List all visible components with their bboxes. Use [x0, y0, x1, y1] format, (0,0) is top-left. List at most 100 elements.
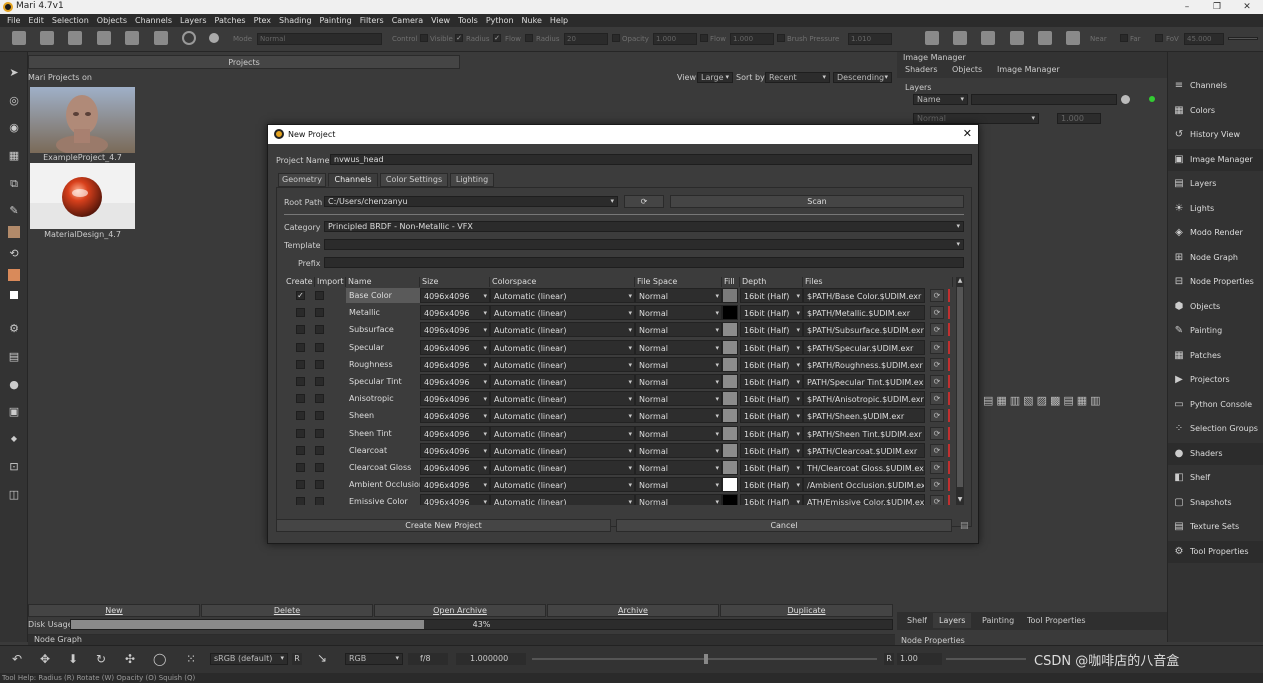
paint-through-icon[interactable]	[125, 31, 139, 45]
depth-select[interactable]: 16bit (Half)	[740, 356, 803, 372]
ortho-icon[interactable]	[1038, 31, 1052, 45]
layers-tool-icon[interactable]: ▤	[7, 350, 21, 364]
rotate-icon[interactable]: ↻	[96, 652, 106, 666]
file-icon[interactable]: ▤	[960, 521, 969, 531]
channel-name[interactable]: Roughness	[346, 357, 420, 372]
files-path-field[interactable]: $PATH/Sheen.$UDIM.exr	[803, 408, 925, 424]
file-space-select[interactable]: Normal	[635, 494, 722, 505]
files-path-field[interactable]: $PATH/Subsurface.$UDIM.exr	[803, 322, 925, 338]
target-icon[interactable]	[182, 31, 196, 45]
import-checkbox[interactable]	[315, 325, 324, 335]
size-select[interactable]: 4096x4096	[420, 288, 490, 303]
dock-item-modo-render[interactable]: ◈ Modo Render	[1168, 222, 1263, 244]
create-checkbox[interactable]: ✓	[296, 291, 305, 300]
colorspace-select[interactable]: Automatic (linear)	[490, 339, 635, 355]
file-space-select[interactable]: Normal	[635, 356, 722, 372]
save-file-icon[interactable]	[68, 31, 82, 45]
display-icon[interactable]	[953, 31, 967, 45]
scroll-thumb[interactable]	[957, 287, 963, 487]
table-row[interactable]: Sheen Tint4096x4096Automatic (linear)Nor…	[284, 425, 956, 442]
far-checkbox[interactable]	[1120, 34, 1128, 42]
grid-icon[interactable]	[981, 31, 995, 45]
template-select[interactable]	[324, 239, 964, 250]
channel-name[interactable]: Specular	[346, 340, 420, 355]
col-file-space[interactable]: File Space	[635, 277, 722, 287]
create-checkbox[interactable]	[296, 359, 305, 369]
menu-shading[interactable]: Shading	[275, 14, 316, 27]
archive-button[interactable]: Archive	[547, 604, 719, 617]
layers-search-input[interactable]	[971, 94, 1117, 105]
channel-name[interactable]: Specular Tint	[346, 374, 420, 389]
size-select[interactable]: 4096x4096	[420, 322, 490, 338]
dock-item-history-view[interactable]: ↺ History View	[1168, 124, 1263, 146]
open-archive-button[interactable]: Open Archive	[374, 604, 546, 617]
create-new-project-button[interactable]: Create New Project	[276, 519, 611, 532]
file-browse-icon[interactable]: ⟳	[930, 461, 944, 474]
channel-name[interactable]: Anisotropic	[346, 391, 420, 406]
circle-icon[interactable]: ◯	[153, 652, 166, 666]
transform-icon[interactable]: ⧉	[7, 177, 21, 191]
dock-item-texture-sets[interactable]: ▤ Texture Sets	[1168, 516, 1263, 538]
files-path-field[interactable]: TH/Clearcoat Gloss.$UDIM.exr	[803, 460, 925, 475]
tab-color-settings[interactable]: Color Settings	[380, 173, 448, 187]
files-path-field[interactable]: $PATH/Base Color.$UDIM.exr	[803, 288, 925, 303]
file-browse-icon[interactable]: ⟳	[930, 323, 944, 337]
menu-filters[interactable]: Filters	[356, 14, 388, 27]
fill-color-swatch[interactable]	[722, 339, 738, 355]
menu-painting[interactable]: Painting	[316, 14, 356, 27]
create-checkbox[interactable]	[296, 308, 305, 318]
size-select[interactable]: 4096x4096	[420, 460, 490, 475]
size-select[interactable]: 4096x4096	[420, 305, 490, 321]
size-select[interactable]: 4096x4096	[420, 356, 490, 372]
menu-view[interactable]: View	[427, 14, 454, 27]
lut-icon[interactable]: ↘	[317, 651, 327, 665]
colorspace-select[interactable]: Automatic (linear)	[490, 356, 635, 372]
col-import[interactable]: Import	[315, 277, 346, 287]
colorspace-select[interactable]: sRGB (default)	[210, 653, 288, 665]
create-checkbox[interactable]	[296, 463, 305, 472]
scroll-down-icon[interactable]: ▼	[957, 496, 963, 504]
create-checkbox[interactable]	[296, 342, 305, 352]
col-size[interactable]: Size	[420, 277, 490, 287]
project-thumbnail-material[interactable]	[30, 163, 135, 229]
menu-help[interactable]: Help	[546, 14, 572, 27]
import-checkbox[interactable]	[315, 377, 324, 386]
import-checkbox[interactable]	[315, 428, 324, 438]
channel-name[interactable]: Emissive Color	[346, 494, 420, 505]
import-checkbox[interactable]	[315, 497, 324, 505]
select-arrow-icon[interactable]: ➤	[7, 66, 21, 80]
file-space-select[interactable]: Normal	[635, 305, 722, 321]
import-checkbox[interactable]	[315, 359, 324, 369]
radius-checkbox[interactable]: ✓	[493, 34, 501, 42]
tab-channels[interactable]: Channels	[328, 173, 378, 187]
menu-camera[interactable]: Camera	[388, 14, 427, 27]
colorspace-select[interactable]: Automatic (linear)	[490, 374, 635, 389]
colorspace-select[interactable]: Automatic (linear)	[490, 425, 635, 441]
channel-select[interactable]: RGB	[345, 653, 403, 665]
file-browse-icon[interactable]: ⟳	[930, 495, 944, 505]
colorspace-select[interactable]: Automatic (linear)	[490, 391, 635, 407]
brush-icon[interactable]: ◉	[7, 121, 21, 135]
fstop-field[interactable]: f/8	[408, 653, 448, 665]
depth-select[interactable]: 16bit (Half)	[740, 408, 803, 424]
channel-name[interactable]: Sheen	[346, 408, 420, 423]
maximize-button[interactable]: ❐	[1206, 0, 1228, 14]
channel-name[interactable]: Ambient Occlusion	[346, 477, 420, 492]
fill-color-swatch[interactable]	[722, 288, 738, 303]
create-checkbox[interactable]	[296, 377, 305, 386]
file-browse-icon[interactable]: ⟳	[930, 289, 944, 302]
col-create[interactable]: Create	[284, 277, 315, 287]
menu-ptex[interactable]: Ptex	[250, 14, 275, 27]
view-select[interactable]: Large	[697, 72, 733, 83]
file-space-select[interactable]: Normal	[635, 322, 722, 338]
dock-item-shaders[interactable]: ● Shaders	[1168, 442, 1263, 465]
files-path-field[interactable]: PATH/Specular Tint.$UDIM.exr	[803, 374, 925, 389]
sort-select[interactable]: Recent	[765, 72, 830, 83]
file-browse-icon[interactable]: ⟳	[930, 357, 944, 371]
category-select[interactable]: Principled BRDF - Non-Metallic - VFX	[324, 221, 964, 232]
col-colorspace[interactable]: Colorspace	[490, 277, 635, 287]
depth-select[interactable]: 16bit (Half)	[740, 460, 803, 475]
table-row[interactable]: Subsurface4096x4096Automatic (linear)Nor…	[284, 321, 956, 338]
table-scrollbar[interactable]: ▲ ▼	[956, 277, 964, 505]
table-row[interactable]: Metallic4096x4096Automatic (linear)Norma…	[284, 304, 956, 321]
